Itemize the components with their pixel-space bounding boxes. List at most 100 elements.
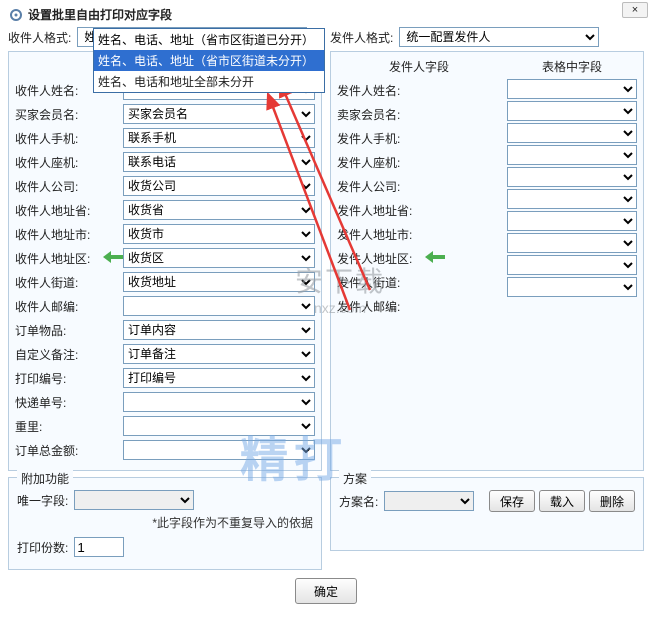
recipient-row: 重里: xyxy=(15,415,315,437)
sender-row-label: 发件人地址区: xyxy=(337,250,423,267)
recipient-row-label: 收件人座机: xyxy=(15,154,101,171)
sender-row: 发件人姓名: xyxy=(337,79,501,101)
sender-row-label: 发件人公司: xyxy=(337,178,423,195)
recipient-row-label: 收件人公司: xyxy=(15,178,101,195)
sender-row: 发件人手机: xyxy=(337,127,501,149)
table-field-select[interactable] xyxy=(507,101,637,121)
load-button[interactable]: 载入 xyxy=(539,490,585,512)
sender-row-label: 发件人邮编: xyxy=(337,298,423,315)
recipient-field-select[interactable]: 买家会员名 xyxy=(123,104,315,124)
recipient-row-label: 打印编号: xyxy=(15,370,101,387)
window-title: 设置批里自由打印对应字段 xyxy=(28,6,172,23)
recipient-column: 收件人格式: 姓名、电话、地址（省市区街道已分开） 收件人字段 收件人姓名:买家… xyxy=(8,27,322,570)
recipient-field-select[interactable]: 订单备注 xyxy=(123,344,315,364)
unique-field-note: *此字段作为不重复导入的依据 xyxy=(17,514,313,531)
recipient-row: 打印编号: 打印编号 xyxy=(15,367,315,389)
sender-format-select[interactable]: 统一配置发件人 xyxy=(399,27,599,47)
table-field-select[interactable] xyxy=(507,167,637,187)
recipient-row-label: 收件人地址省: xyxy=(15,202,101,219)
arrow-left-icon xyxy=(425,250,445,264)
recipient-row-label: 订单物品: xyxy=(15,322,101,339)
sender-row: 发件人邮编: xyxy=(337,295,501,317)
recipient-field-select[interactable] xyxy=(123,440,315,460)
table-field-select[interactable] xyxy=(507,123,637,143)
sender-fields-header: 发件人字段 xyxy=(337,58,501,75)
recipient-row-label: 收件人地址市: xyxy=(15,226,101,243)
arrow-spacer xyxy=(425,250,443,267)
recipient-field-select[interactable]: 联系电话 xyxy=(123,152,315,172)
recipient-row: 收件人手机: 联系手机 xyxy=(15,127,315,149)
sender-row: 发件人座机: xyxy=(337,151,501,173)
recipient-field-select[interactable]: 收货市 xyxy=(123,224,315,244)
recipient-field-select[interactable] xyxy=(123,296,315,316)
arrow-left-icon xyxy=(103,250,123,264)
ok-button[interactable]: 确定 xyxy=(295,578,357,604)
recipient-row: 快递单号: xyxy=(15,391,315,413)
recipient-row: 收件人邮编: xyxy=(15,295,315,317)
recipient-row: 收件人地址区: 收货区 xyxy=(15,247,315,269)
recipient-row-label: 收件人姓名: xyxy=(15,82,101,99)
recipient-field-select[interactable] xyxy=(123,416,315,436)
sender-row: 卖家会员名: xyxy=(337,103,501,125)
sender-row-label: 发件人手机: xyxy=(337,130,423,147)
recipient-field-select[interactable]: 收货省 xyxy=(123,200,315,220)
recipient-format-dropdown[interactable]: 姓名、电话、地址（省市区街道已分开） 姓名、电话、地址（省市区街道未分开） 姓名… xyxy=(93,28,325,93)
sender-format-label: 发件人格式: xyxy=(330,29,393,46)
sender-row: 发件人公司: xyxy=(337,175,501,197)
sender-column: 发件人格式: 统一配置发件人 发件人字段 发件人姓名: 卖家会员名: 发件人手机: 发… xyxy=(330,27,644,570)
recipient-row: 收件人公司: 收货公司 xyxy=(15,175,315,197)
plan-name-select[interactable] xyxy=(384,491,474,511)
unique-field-select[interactable] xyxy=(74,490,194,510)
table-field-select[interactable] xyxy=(507,233,637,253)
recipient-row-label: 收件人手机: xyxy=(15,130,101,147)
copies-label: 打印份数: xyxy=(17,539,68,556)
table-field-select[interactable] xyxy=(507,145,637,165)
table-field-select[interactable] xyxy=(507,277,637,297)
sender-row-label: 卖家会员名: xyxy=(337,106,423,123)
table-field-select[interactable] xyxy=(507,255,637,275)
table-field-select[interactable] xyxy=(507,79,637,99)
close-button[interactable]: × xyxy=(622,2,648,18)
recipient-row: 收件人座机: 联系电话 xyxy=(15,151,315,173)
recipient-field-select[interactable]: 联系手机 xyxy=(123,128,315,148)
recipient-row-label: 自定义备注: xyxy=(15,346,101,363)
sender-row-label: 发件人街道: xyxy=(337,274,423,291)
sender-row: 发件人地址省: xyxy=(337,199,501,221)
table-field-select[interactable] xyxy=(507,211,637,231)
recipient-field-select[interactable]: 收货地址 xyxy=(123,272,315,292)
plan-name-label: 方案名: xyxy=(339,493,378,510)
sender-row: 发件人地址区: xyxy=(337,247,501,269)
recipient-field-select[interactable]: 打印编号 xyxy=(123,368,315,388)
dropdown-option-0[interactable]: 姓名、电话、地址（省市区街道已分开） xyxy=(94,29,324,50)
recipient-row-label: 订单总金额: xyxy=(15,442,101,459)
recipient-row-label: 收件人地址区: xyxy=(15,250,101,267)
sender-row-label: 发件人座机: xyxy=(337,154,423,171)
recipient-row-label: 收件人邮编: xyxy=(15,298,101,315)
plan-title: 方案 xyxy=(339,470,371,487)
recipient-field-select[interactable]: 收货公司 xyxy=(123,176,315,196)
copies-input[interactable] xyxy=(74,537,124,557)
recipient-row-label: 重里: xyxy=(15,418,101,435)
save-button[interactable]: 保存 xyxy=(489,490,535,512)
recipient-field-select[interactable] xyxy=(123,392,315,412)
sender-row-label: 发件人姓名: xyxy=(337,82,423,99)
recipient-row-label: 买家会员名: xyxy=(15,106,101,123)
recipient-row-label: 收件人街道: xyxy=(15,274,101,291)
recipient-format-label: 收件人格式: xyxy=(8,29,71,46)
sender-row: 发件人地址市: xyxy=(337,223,501,245)
settings-icon xyxy=(8,7,24,23)
recipient-field-select[interactable]: 收货区 xyxy=(123,248,315,268)
plan-group: 方案 方案名: 保存 载入 删除 xyxy=(330,477,644,551)
extra-title: 附加功能 xyxy=(17,470,73,487)
dropdown-option-2[interactable]: 姓名、电话和地址全部未分开 xyxy=(94,71,324,92)
table-field-select[interactable] xyxy=(507,189,637,209)
recipient-field-select[interactable]: 订单内容 xyxy=(123,320,315,340)
sender-row: 发件人街道: xyxy=(337,271,501,293)
recipient-row-label: 快递单号: xyxy=(15,394,101,411)
dropdown-option-1[interactable]: 姓名、电话、地址（省市区街道未分开） xyxy=(94,50,324,71)
recipient-row: 收件人街道: 收货地址 xyxy=(15,271,315,293)
delete-button[interactable]: 删除 xyxy=(589,490,635,512)
recipient-row: 收件人地址市: 收货市 xyxy=(15,223,315,245)
unique-field-label: 唯一字段: xyxy=(17,492,68,509)
table-fields-header: 表格中字段 xyxy=(507,58,637,75)
